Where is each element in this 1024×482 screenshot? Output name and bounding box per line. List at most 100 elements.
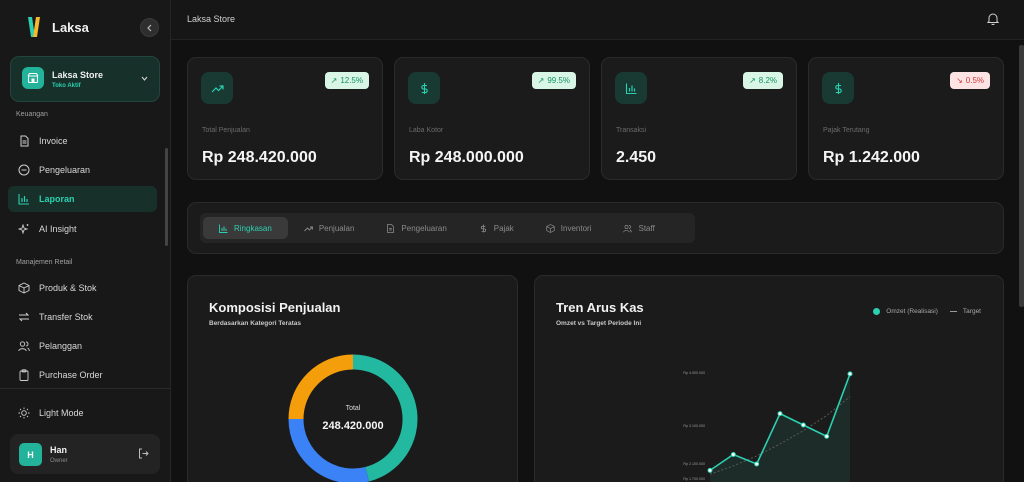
arrow-up-right-icon: ↗: [749, 76, 756, 85]
donut-chart: Total 248.420.000: [288, 354, 418, 482]
line-chart: Rp 1.700.000 Rp 2.100.000 Rp 3.100.000 Rp 4…: [683, 371, 853, 482]
kpi-value: 2.450: [616, 149, 657, 166]
kpi-change-badge: ↘ 0.5%: [950, 72, 990, 89]
sidebar-item-produk-stok[interactable]: Produk & Stok: [8, 275, 157, 301]
sidebar-item-label: Pengeluaran: [39, 165, 91, 175]
data-point[interactable]: [754, 461, 760, 467]
trending-up-icon: [303, 226, 313, 231]
arrow-up-right-icon: ↗: [537, 76, 545, 85]
donut-slice-0[interactable]: [352, 354, 418, 482]
sidebar-item-transfer-stok[interactable]: Transfer Stok: [8, 304, 157, 330]
section-label-manajemen-retail: Manajemen Retail: [16, 259, 73, 266]
data-point[interactable]: [707, 467, 713, 473]
sun-icon: [17, 407, 30, 420]
y-tick-label: Rp 1.700.000: [683, 477, 705, 481]
sidebar-item-label: Invoice: [39, 136, 68, 146]
sidebar-item-pelanggan[interactable]: Pelanggan: [8, 333, 157, 359]
bell-icon[interactable]: [987, 12, 999, 25]
bar-chart-icon: [615, 72, 647, 104]
kpi-change-badge: ↗ 8.2%: [743, 72, 783, 89]
brand[interactable]: Laksa: [26, 16, 89, 38]
file-text-icon: [387, 223, 395, 233]
y-tick-label: Rp 4.500.000: [683, 371, 705, 375]
topbar: Laksa Store: [171, 0, 1024, 40]
logout-icon[interactable]: [138, 448, 149, 459]
app-root: Laksa Laksa Store Toko Aktif Keuangan In…: [0, 0, 1024, 482]
kpi-change-badge: ↗ 99.5%: [531, 72, 576, 89]
tab-ringkasan[interactable]: Ringkasan: [203, 217, 288, 239]
box-icon: [17, 282, 30, 295]
dollar-icon: [480, 224, 486, 232]
theme-toggle[interactable]: Light Mode: [8, 400, 157, 426]
sidebar-item-purchase-order[interactable]: Purchase Order: [8, 362, 157, 388]
dollar-icon: [408, 72, 440, 104]
dollar-icon: [822, 72, 854, 104]
kpi-card-laba-kotor: ↗ 99.5% Laba Kotor Rp 248.000.000: [394, 57, 590, 180]
data-point[interactable]: [800, 422, 806, 428]
sidebar-item-label: Purchase Order: [39, 370, 103, 380]
file-text-icon: [17, 135, 30, 148]
report-tabs-bar: Ringkasan Penjualan Pengeluaran Pajak In…: [187, 202, 1004, 254]
sidebar-item-label: Transfer Stok: [39, 312, 93, 322]
tab-staff[interactable]: Staff: [607, 217, 670, 239]
user-name: Han: [50, 445, 68, 455]
collapse-sidebar-button[interactable]: [140, 18, 159, 37]
box-icon: [546, 223, 555, 233]
page-title: Laksa Store: [187, 14, 236, 24]
users-icon: [17, 340, 30, 353]
tab-penjualan[interactable]: Penjualan: [288, 217, 371, 239]
kpi-value: Rp 248.420.000: [202, 149, 317, 166]
data-point[interactable]: [824, 433, 830, 439]
store-switcher[interactable]: Laksa Store Toko Aktif: [10, 56, 160, 102]
avatar: H: [19, 443, 42, 466]
cashflow-trend-panel: Tren Arus Kas Omzet vs Target Periode In…: [534, 275, 1004, 482]
transfer-icon: [17, 311, 30, 324]
kpi-value: Rp 248.000.000: [409, 149, 524, 166]
sidebar-item-ai-insight[interactable]: AI Insight: [8, 216, 157, 242]
laksa-logo-icon: [26, 16, 42, 38]
sidebar: Laksa Laksa Store Toko Aktif Keuangan In…: [0, 0, 171, 482]
store-name: Laksa Store: [52, 70, 104, 80]
sparkles-icon: [17, 223, 30, 236]
chevron-left-icon: [146, 24, 151, 31]
kpi-card-pajak-terutang: ↘ 0.5% Pajak Terutang Rp 1.242.000: [808, 57, 1004, 180]
sales-composition-panel: Komposisi Penjualan Berdasarkan Kategori…: [187, 275, 518, 482]
theme-toggle-label: Light Mode: [39, 408, 84, 418]
donut-center-value: 248.420.000: [322, 420, 383, 432]
kpi-card-transaksi: ↗ 8.2% Transaksi 2.450: [601, 57, 797, 180]
tab-pengeluaran[interactable]: Pengeluaran: [370, 217, 462, 239]
sidebar-item-label: Pelanggan: [39, 341, 83, 351]
main-scrollbar[interactable]: [1019, 45, 1024, 307]
kpi-label: Pajak Terutang: [823, 127, 870, 134]
y-tick-label: Rp 3.100.000: [683, 424, 705, 428]
minus-circle-icon: [17, 164, 30, 177]
arrow-down-right-icon: ↘: [956, 76, 963, 85]
kpi-value: Rp 1.242.000: [823, 149, 920, 166]
data-point[interactable]: [847, 371, 853, 377]
sidebar-divider: [0, 388, 170, 389]
sidebar-item-invoice[interactable]: Invoice: [8, 128, 157, 154]
sidebar-scrollbar[interactable]: [165, 148, 168, 246]
sidebar-item-pengeluaran[interactable]: Pengeluaran: [8, 157, 157, 183]
sidebar-item-label: Produk & Stok: [39, 283, 97, 293]
brand-name: Laksa: [52, 19, 89, 35]
donut-center-label: Total: [346, 405, 361, 412]
section-label-keuangan: Keuangan: [16, 111, 48, 118]
data-point[interactable]: [730, 452, 736, 458]
sidebar-item-label: AI Insight: [39, 224, 77, 234]
tab-pajak[interactable]: Pajak: [463, 217, 530, 239]
donut-slice-2[interactable]: [288, 354, 354, 420]
user-role: Owner: [50, 458, 68, 464]
data-point[interactable]: [777, 411, 783, 417]
y-tick-label: Rp 2.100.000: [683, 462, 705, 466]
kpi-change-badge: ↗ 12.5%: [324, 72, 369, 89]
trending-up-icon: [201, 72, 233, 104]
user-card[interactable]: H Han Owner: [10, 434, 160, 474]
kpi-label: Transaksi: [616, 127, 647, 134]
arrow-up-right-icon: ↗: [330, 76, 338, 85]
bar-chart-icon: [219, 224, 228, 233]
clipboard-icon: [17, 369, 30, 382]
tab-inventori[interactable]: Inventori: [530, 217, 608, 239]
sidebar-item-laporan[interactable]: Laporan: [8, 186, 157, 212]
kpi-label: Total Penjualan: [202, 127, 250, 134]
